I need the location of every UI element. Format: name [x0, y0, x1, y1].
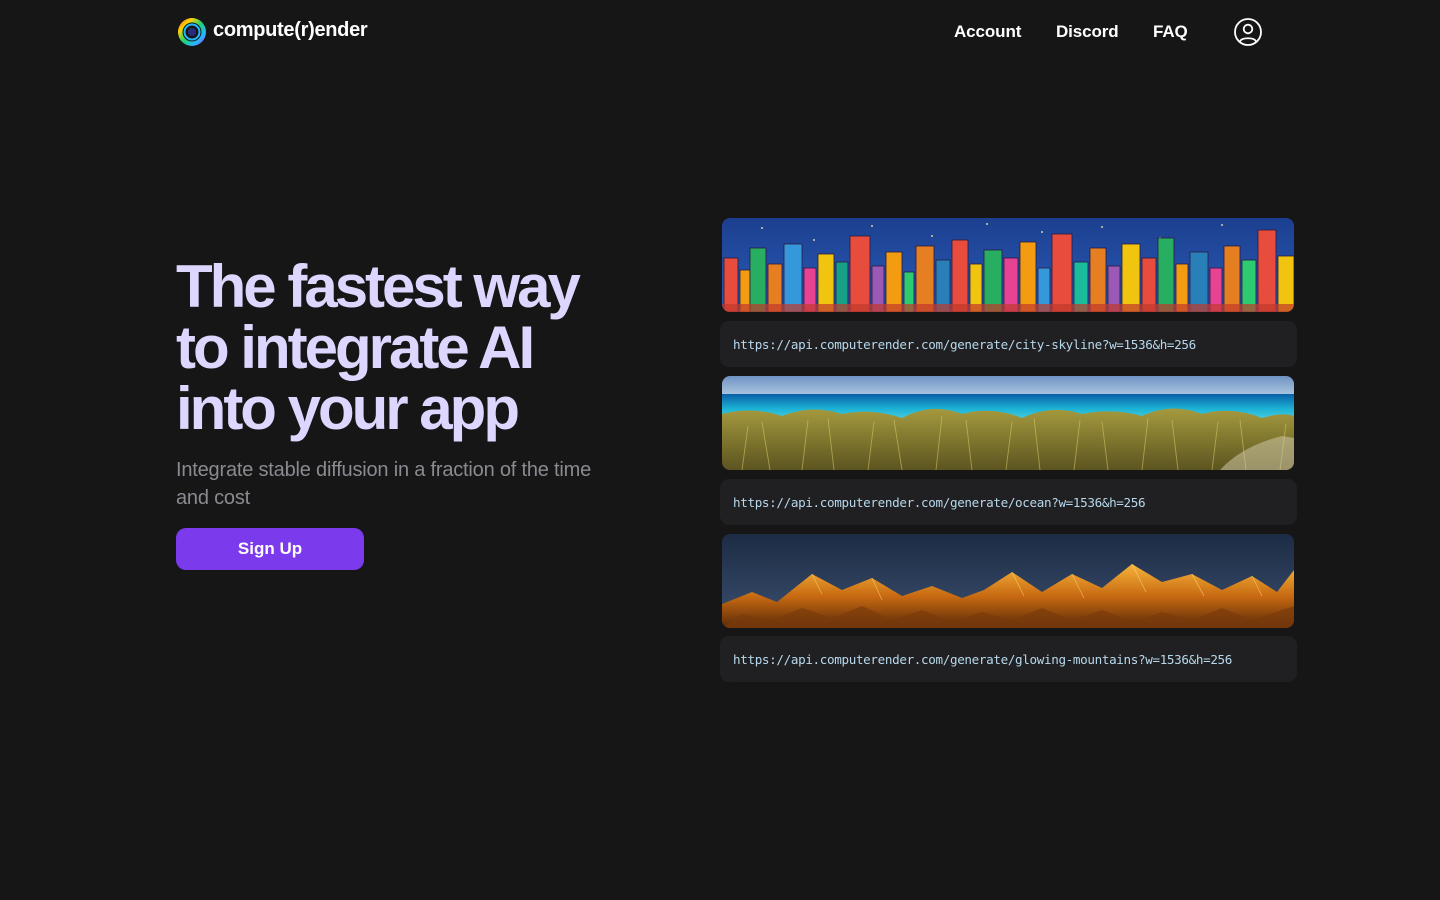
rainbow-ring-icon — [178, 18, 206, 46]
ocean-image — [722, 376, 1294, 470]
city-skyline-image — [722, 218, 1294, 312]
nav-link-faq[interactable]: FAQ — [1153, 22, 1188, 42]
example-url-glowing-mountains[interactable]: https://api.computerender.com/generate/g… — [720, 636, 1297, 682]
hero-subtitle: Integrate stable diffusion in a fraction… — [176, 459, 592, 509]
brand-logo-link[interactable]: compute(r)ender — [177, 16, 368, 48]
brand-name: compute(r)ender — [213, 18, 368, 41]
nav-link-discord[interactable]: Discord — [1056, 22, 1119, 42]
sign-up-button[interactable]: Sign Up — [176, 528, 364, 570]
profile-button[interactable] — [1233, 17, 1263, 47]
nav-link-account[interactable]: Account — [954, 22, 1021, 42]
user-circle-icon — [1234, 18, 1262, 46]
example-url-city-skyline[interactable]: https://api.computerender.com/generate/c… — [720, 321, 1297, 367]
hero-title: The fastest way to integrate AI into you… — [176, 253, 581, 442]
site-header: compute(r)ender Account Discord FAQ — [0, 0, 1440, 64]
glowing-mountains-image — [722, 534, 1294, 628]
example-url-ocean[interactable]: https://api.computerender.com/generate/o… — [720, 479, 1297, 525]
